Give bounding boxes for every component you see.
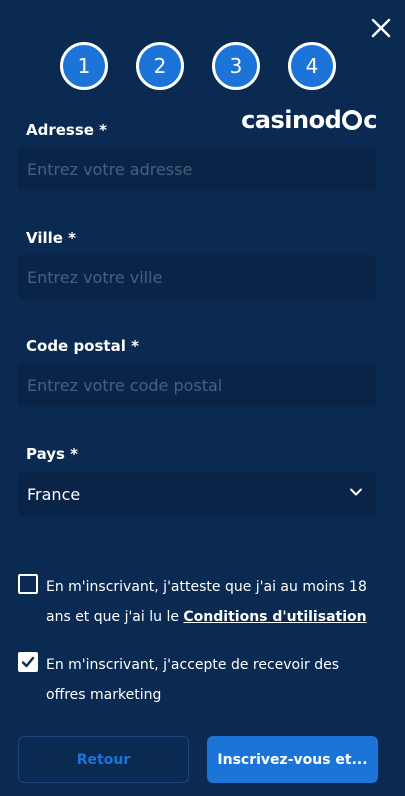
- terms-of-use-link[interactable]: Conditions d'utilisation: [183, 609, 366, 625]
- step-4: 4: [288, 42, 336, 90]
- chip-icon: [342, 110, 363, 130]
- marketing-text-line1: En m'inscrivant, j'accepte de recevoir d…: [46, 657, 340, 673]
- back-button[interactable]: Retour: [18, 736, 189, 783]
- close-icon[interactable]: [369, 16, 393, 40]
- marketing-consent-text: En m'inscrivant, j'accepte de recevoir d…: [46, 650, 339, 710]
- country-select[interactable]: France: [18, 472, 376, 516]
- checkmark-icon: [21, 656, 35, 668]
- logo-text-prefix: casinod: [241, 106, 342, 134]
- city-label: Ville *: [26, 229, 77, 247]
- country-label: Pays *: [26, 445, 79, 463]
- terms-text-line2: ans et que j'ai lu le: [46, 609, 184, 625]
- terms-consent-text: En m'inscrivant, j'atteste que j'ai au m…: [46, 572, 367, 632]
- marketing-text-line2: offres marketing: [46, 687, 162, 703]
- postal-code-input[interactable]: [18, 363, 376, 407]
- casinodoc-logo: casinod c: [241, 106, 377, 134]
- logo-text-suffix: c: [363, 106, 377, 134]
- city-input[interactable]: [18, 255, 376, 299]
- postal-code-label: Code postal *: [26, 337, 139, 355]
- marketing-checkbox[interactable]: [18, 652, 38, 672]
- address-input[interactable]: [18, 147, 376, 191]
- marketing-consent-row: En m'inscrivant, j'accepte de recevoir d…: [18, 650, 378, 710]
- terms-text-line1: En m'inscrivant, j'atteste que j'ai au m…: [46, 579, 367, 595]
- step-1: 1: [60, 42, 108, 90]
- terms-checkbox[interactable]: [18, 574, 38, 594]
- step-2: 2: [136, 42, 184, 90]
- step-indicator: 1 2 3 4: [60, 42, 336, 90]
- country-value: France: [27, 484, 81, 504]
- terms-consent-row: En m'inscrivant, j'atteste que j'ai au m…: [18, 572, 378, 632]
- chevron-down-icon: [348, 484, 364, 504]
- submit-button[interactable]: Inscrivez-vous et...: [207, 736, 378, 783]
- address-label: Adresse *: [26, 121, 108, 139]
- step-3: 3: [212, 42, 260, 90]
